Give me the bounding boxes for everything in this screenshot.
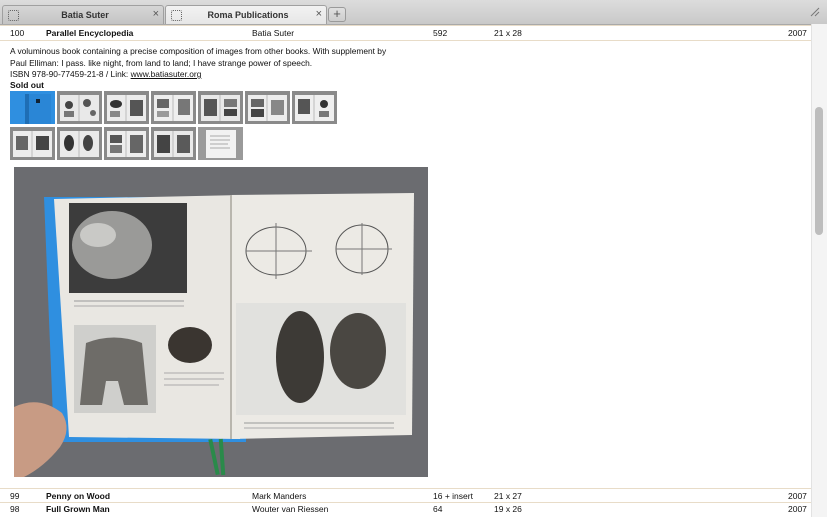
thumbnail-image[interactable]: [151, 91, 196, 124]
item-author: Wouter van Riessen: [252, 504, 329, 514]
tab-batia-suter[interactable]: Batia Suter ×: [2, 5, 164, 24]
tab-bar: Batia Suter × Roma Publications × +: [0, 0, 827, 25]
item-pages: 16 + insert: [433, 491, 473, 501]
page-icon: [171, 10, 182, 21]
description-line: A voluminous book containing a precise c…: [10, 46, 387, 56]
item-size: 21 x 27: [494, 491, 522, 501]
table-row[interactable]: 100 Parallel Encyclopedia Batia Suter 59…: [0, 27, 812, 40]
row-divider: [0, 40, 812, 41]
item-year: 2007: [788, 28, 807, 38]
thumbnail-image[interactable]: [104, 91, 149, 124]
scrollbar-thumb[interactable]: [815, 107, 823, 235]
isbn-text: ISBN 978-90-77459-21-8 / Link:: [10, 69, 131, 79]
item-pages: 64: [433, 504, 443, 514]
item-size: 21 x 28: [494, 28, 522, 38]
thumbnail-image[interactable]: [151, 127, 196, 160]
thumbnail-image[interactable]: [198, 127, 243, 160]
item-title[interactable]: Full Grown Man: [46, 504, 110, 514]
thumbnail-image[interactable]: [10, 127, 55, 160]
vertical-scrollbar[interactable]: [811, 24, 827, 517]
thumbnail-image[interactable]: [198, 91, 243, 124]
item-year: 2007: [788, 504, 807, 514]
book-photo: [14, 167, 428, 477]
thumbnail-image[interactable]: [57, 127, 102, 160]
item-pages: 592: [433, 28, 448, 38]
item-author: Batia Suter: [252, 28, 295, 38]
description-line: Paul Elliman: I pass. like night, from l…: [10, 57, 313, 68]
item-size: 19 x 26: [494, 504, 522, 514]
tab-title: Batia Suter: [61, 10, 109, 20]
thumbnail-image[interactable]: [292, 91, 337, 124]
item-title[interactable]: Penny on Wood: [46, 491, 110, 501]
table-row[interactable]: 98 Full Grown Man Wouter van Riessen 64 …: [0, 503, 812, 516]
page-icon: [8, 10, 19, 21]
tab-roma-publications[interactable]: Roma Publications ×: [165, 5, 327, 24]
row-divider: [0, 25, 812, 26]
item-author: Mark Manders: [252, 491, 307, 501]
new-tab-button[interactable]: +: [328, 7, 346, 22]
item-number: 98: [10, 504, 20, 514]
item-number: 99: [10, 491, 20, 501]
item-title[interactable]: Parallel Encyclopedia: [46, 28, 133, 38]
tab-title: Roma Publications: [207, 10, 289, 20]
item-year: 2007: [788, 491, 807, 501]
item-description: A voluminous book containing a precise c…: [10, 46, 390, 81]
thumbnail-image[interactable]: [245, 91, 290, 124]
website-link[interactable]: www.batiasuter.org: [131, 69, 202, 79]
thumbnail-image[interactable]: [57, 91, 102, 124]
row-divider: [0, 488, 812, 489]
thumbnail-image[interactable]: [104, 127, 149, 160]
thumbnail-image[interactable]: [10, 91, 55, 124]
close-icon[interactable]: ×: [316, 8, 322, 20]
item-number: 100: [10, 28, 25, 38]
close-icon[interactable]: ×: [153, 8, 159, 20]
isbn-line: ISBN 978-90-77459-21-8 / Link: www.batia…: [10, 69, 390, 81]
status-badge: Sold out: [10, 80, 44, 90]
resize-icon[interactable]: [809, 6, 821, 18]
